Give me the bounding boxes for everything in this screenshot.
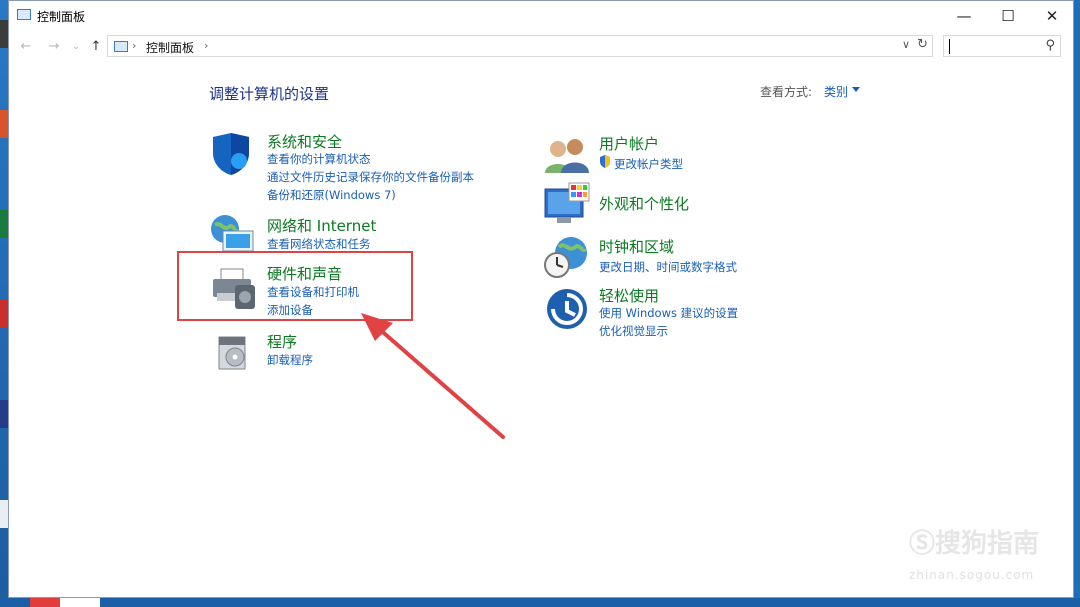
desktop-background (0, 0, 8, 607)
control-panel-window: 控制面板 — ☐ ✕ ← → ⌄ ↑ › 控制面板 › ∨ ↻ ⚲ 调整计算机的… (8, 0, 1074, 598)
taskbar-app[interactable] (60, 598, 100, 607)
taskbar (0, 598, 1080, 607)
desktop-icon[interactable] (0, 300, 8, 328)
desktop-icon[interactable] (0, 210, 8, 238)
annotation-arrow-icon (361, 313, 505, 439)
desktop-icon[interactable] (0, 400, 8, 428)
watermark-logo: Ⓢ搜狗指南 (909, 529, 1040, 559)
desktop-icon[interactable] (0, 500, 8, 528)
desktop-icon[interactable] (0, 110, 8, 138)
watermark-url: zhinan.sogou.com (909, 568, 1035, 582)
desktop-icon[interactable] (0, 20, 8, 48)
